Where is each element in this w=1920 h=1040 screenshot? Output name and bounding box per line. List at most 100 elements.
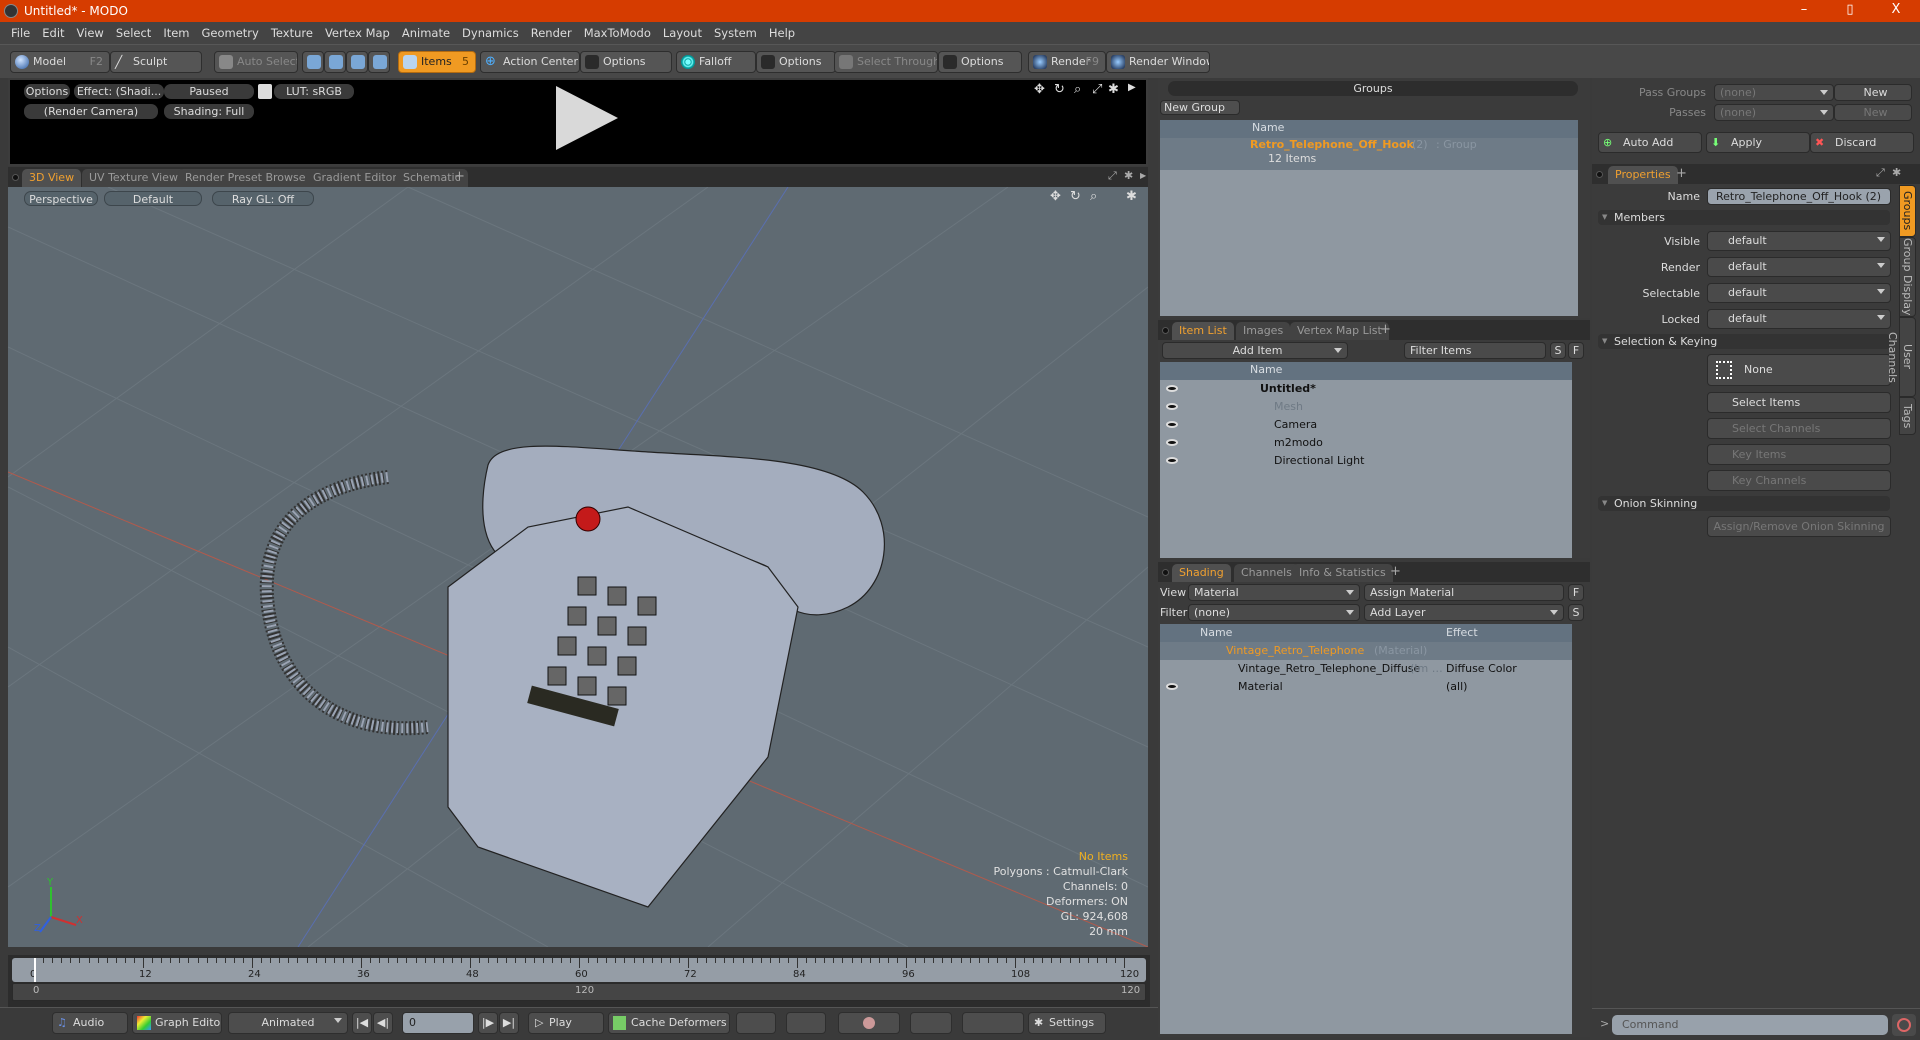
shader-row[interactable]: Material (all) xyxy=(1160,678,1572,696)
preview-options-button[interactable]: Options xyxy=(24,84,70,99)
lock-icon[interactable] xyxy=(258,84,272,99)
gear-icon[interactable]: ✱ xyxy=(1108,82,1119,97)
play-preview-icon[interactable] xyxy=(556,86,618,150)
polygons-mode-button[interactable] xyxy=(346,51,368,73)
maximize-icon[interactable]: ⤢ xyxy=(1092,82,1102,97)
menu-render[interactable]: Render xyxy=(531,26,572,40)
item-row[interactable]: Untitled* xyxy=(1160,380,1572,398)
time-range-bar[interactable]: 0 120 120 xyxy=(12,983,1146,1001)
menu-help[interactable]: Help xyxy=(769,26,795,40)
materials-mode-button[interactable] xyxy=(368,51,390,73)
apply-button[interactable]: ⬇ Apply xyxy=(1706,132,1810,153)
record-buttons[interactable] xyxy=(838,1012,900,1034)
tab-uv-texture-view[interactable]: UV Texture View xyxy=(82,169,185,187)
menu-maxtomodo[interactable]: MaxToModo xyxy=(584,26,651,40)
key-channels-button[interactable]: Key Channels xyxy=(1707,470,1891,491)
arrow-right-icon[interactable]: ▶ xyxy=(1128,82,1136,93)
auto-select-button[interactable]: Auto Select xyxy=(214,51,298,73)
onion-skinning-section[interactable]: Onion Skinning xyxy=(1598,496,1890,511)
new-pass-button[interactable]: New xyxy=(1834,104,1912,121)
animated-dropdown[interactable]: Animated xyxy=(228,1012,348,1034)
menu-item[interactable]: Item xyxy=(163,26,189,40)
action-center-options-button[interactable]: Options xyxy=(580,51,672,73)
zoom-icon[interactable]: ⌕ xyxy=(1074,82,1081,97)
eye-icon[interactable] xyxy=(1166,421,1178,428)
add-layer-dropdown[interactable]: Add Layer xyxy=(1364,604,1564,621)
lut-dropdown[interactable]: LUT: sRGB xyxy=(274,84,354,99)
telephone-model[interactable] xyxy=(259,445,885,908)
new-group-button[interactable]: New Group xyxy=(1160,100,1240,115)
maximize-icon[interactable]: ⤢ xyxy=(1108,169,1117,183)
go-to-end-button[interactable]: ▶| xyxy=(499,1012,519,1034)
filter-dropdown[interactable]: (none) xyxy=(1188,604,1360,621)
add-tab-button[interactable]: + xyxy=(454,169,465,184)
filter-items-input[interactable]: Filter Items xyxy=(1404,342,1546,359)
select-through-button[interactable]: Select Through xyxy=(834,51,938,73)
hierarchy-none-button[interactable]: None xyxy=(1707,354,1891,386)
paused-button[interactable]: Paused xyxy=(164,84,254,99)
filter-f-button[interactable]: F xyxy=(1568,342,1584,359)
side-tab-user-channels[interactable]: User Channels xyxy=(1886,317,1916,397)
arrow-right-icon[interactable]: ▶ xyxy=(1140,171,1146,180)
add-tab-button[interactable]: + xyxy=(1390,564,1401,579)
side-tab-tags[interactable]: Tags xyxy=(1899,397,1916,435)
shader-row[interactable]: Vintage_Retro_Telephone_Diffuse (Im … Diff… xyxy=(1160,660,1572,678)
group-row[interactable]: Retro_Telephone_Off_Hook (2) : Group 12 … xyxy=(1160,138,1578,170)
shading-dropdown[interactable]: Shading: Full xyxy=(164,104,254,119)
menu-select[interactable]: Select xyxy=(116,26,151,40)
minimize-button[interactable]: – xyxy=(1784,0,1824,22)
vertices-mode-button[interactable] xyxy=(302,51,324,73)
menu-layout[interactable]: Layout xyxy=(663,26,702,40)
rotate-icon[interactable]: ↻ xyxy=(1070,189,1081,204)
tab-info-statistics[interactable]: Info & Statistics xyxy=(1292,564,1393,582)
3d-viewport[interactable]: Y X Z Perspective Default Ray GL: Off ✥ … xyxy=(8,187,1148,947)
gear-icon[interactable]: ✱ xyxy=(1124,169,1133,182)
graph-editor-button[interactable]: Graph Editor xyxy=(132,1012,222,1034)
menu-system[interactable]: System xyxy=(714,26,757,40)
key-items-button[interactable]: Key Items xyxy=(1707,444,1891,465)
menu-file[interactable]: File xyxy=(11,26,30,40)
maximize-button[interactable]: ▯ xyxy=(1830,0,1870,22)
tab-properties[interactable]: Properties xyxy=(1608,166,1678,184)
locked-dropdown[interactable]: default xyxy=(1707,309,1891,329)
select-channels-button[interactable]: Select Channels xyxy=(1707,418,1891,439)
key-buttons[interactable] xyxy=(736,1012,776,1034)
render-dropdown[interactable]: default xyxy=(1707,257,1891,277)
raygl-dropdown[interactable]: Ray GL: Off xyxy=(212,191,314,206)
tab-3d-view[interactable]: 3D View xyxy=(22,169,82,187)
audio-button[interactable]: ♫ Audio xyxy=(52,1012,128,1034)
channel-key-buttons[interactable] xyxy=(962,1012,1024,1034)
item-row[interactable]: Directional Light xyxy=(1160,452,1572,470)
assign-material-button[interactable]: Assign Material xyxy=(1364,584,1564,601)
sculpt-mode-button[interactable]: ╱ Sculpt xyxy=(110,51,202,73)
f-button[interactable]: F xyxy=(1568,584,1584,601)
eye-icon[interactable] xyxy=(1166,403,1178,410)
pan-icon[interactable]: ✥ xyxy=(1050,189,1061,204)
item-row[interactable]: Camera xyxy=(1160,416,1572,434)
gear-icon[interactable]: ✱ xyxy=(1126,189,1137,204)
tab-vertex-map-list[interactable]: Vertex Map List xyxy=(1290,322,1389,340)
tab-channels[interactable]: Channels xyxy=(1234,564,1299,582)
next-key-button[interactable]: |▶ xyxy=(478,1012,498,1034)
items-mode-button[interactable]: Items 5 xyxy=(398,51,476,73)
shader-row[interactable]: Vintage_Retro_Telephone (Material) xyxy=(1160,642,1572,660)
add-tab-button[interactable]: + xyxy=(1380,322,1391,337)
selection-keying-section[interactable]: Selection & Keying xyxy=(1598,334,1890,349)
add-item-button[interactable]: Add Item xyxy=(1162,342,1348,359)
action-center-button[interactable]: ⊕ Action Center xyxy=(480,51,580,73)
view-dropdown[interactable]: Material xyxy=(1188,584,1360,601)
pass-groups-dropdown[interactable]: (none) xyxy=(1714,84,1834,101)
members-section[interactable]: Members xyxy=(1598,210,1890,225)
item-row[interactable]: Mesh xyxy=(1160,398,1572,416)
effect-dropdown[interactable]: Effect: (Shadi... xyxy=(74,84,164,99)
select-items-button[interactable]: Select Items xyxy=(1707,392,1891,413)
discard-button[interactable]: ✖ Discard xyxy=(1810,132,1914,153)
current-frame-input[interactable]: 0 xyxy=(402,1012,474,1034)
play-button[interactable]: ▷ Play xyxy=(528,1012,604,1034)
eye-icon[interactable] xyxy=(1166,439,1178,446)
close-button[interactable]: X xyxy=(1876,0,1916,22)
tab-shading[interactable]: Shading xyxy=(1172,564,1231,582)
command-input[interactable]: Command xyxy=(1612,1015,1888,1035)
render-button[interactable]: Render F9 xyxy=(1028,51,1106,73)
projection-dropdown[interactable]: Perspective xyxy=(24,191,98,206)
